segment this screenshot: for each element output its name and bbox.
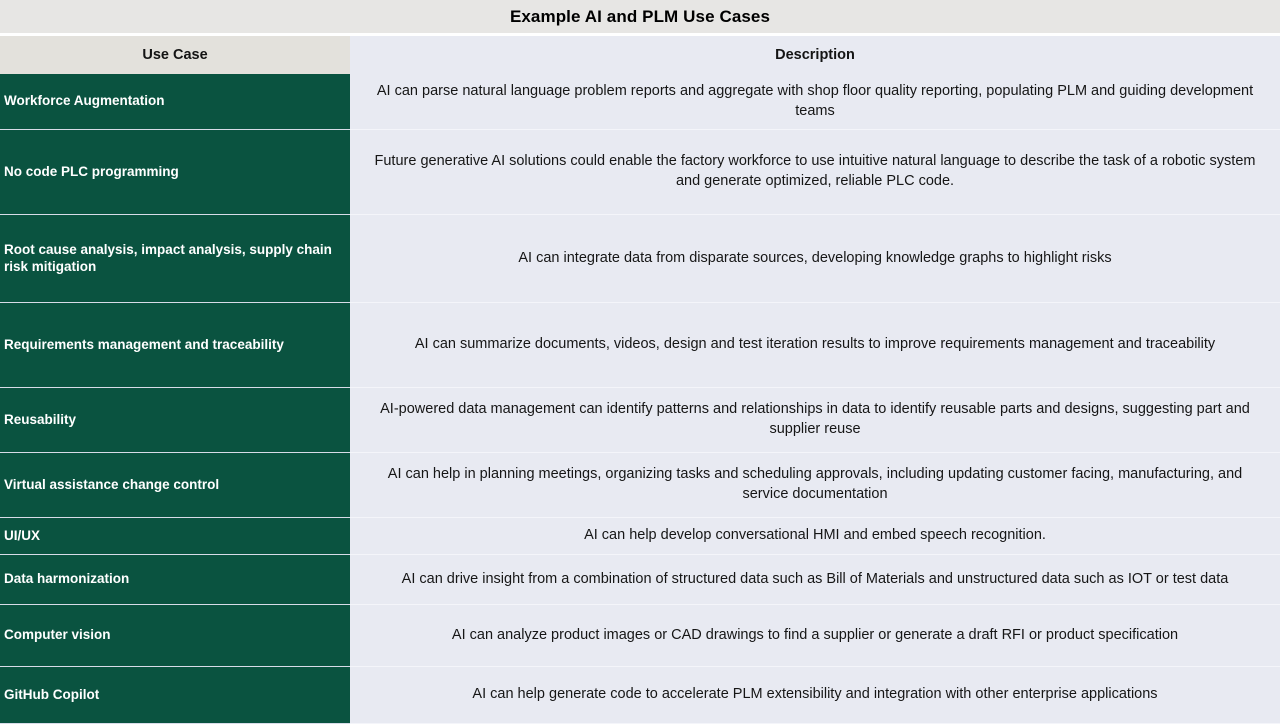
table-row: Workforce Augmentation AI can parse natu…	[0, 74, 1280, 130]
use-case-label: Virtual assistance change control	[4, 476, 220, 492]
description-text: AI can help generate code to accelerate …	[472, 686, 1158, 703]
description-cell: AI can integrate data from disparate sou…	[350, 215, 1280, 303]
table-row: Data harmonization AI can drive insight …	[0, 555, 1280, 605]
use-case-label: Requirements management and traceability	[4, 336, 284, 352]
slide-title-bar: Example AI and PLM Use Cases	[0, 0, 1280, 36]
table-row: GitHub Copilot AI can help generate code…	[0, 667, 1280, 724]
table-header-row: Use Case Description	[0, 36, 1280, 74]
use-case-label: Workforce Augmentation	[4, 93, 165, 109]
use-case-label: UI/UX	[4, 527, 41, 543]
column-header-description-label: Description	[775, 47, 855, 63]
use-case-cell: Data harmonization	[0, 555, 350, 605]
description-cell: AI can analyze product images or CAD dra…	[350, 605, 1280, 667]
use-case-cell: Requirements management and traceability	[0, 303, 350, 388]
use-case-cell: Root cause analysis, impact analysis, su…	[0, 215, 350, 303]
description-cell: AI can help in planning meetings, organi…	[350, 453, 1280, 518]
use-case-cell: UI/UX	[0, 518, 350, 555]
table-row: Computer vision AI can analyze product i…	[0, 605, 1280, 667]
description-cell: AI can help develop conversational HMI a…	[350, 518, 1280, 555]
description-text: AI can integrate data from disparate sou…	[518, 249, 1112, 266]
use-case-label: Computer vision	[4, 627, 111, 643]
description-text: AI can analyze product images or CAD dra…	[451, 626, 1179, 643]
description-cell: Future generative AI solutions could ena…	[350, 130, 1280, 215]
use-case-label: GitHub Copilot	[4, 686, 100, 702]
table-row: UI/UX AI can help develop conversational…	[0, 518, 1280, 555]
description-text: AI can drive insight from a combination …	[401, 570, 1229, 587]
use-case-label: No code PLC programming	[4, 163, 179, 179]
use-case-table-slide: Example AI and PLM Use Cases Use Case De…	[0, 0, 1280, 724]
use-case-label: Data harmonization	[4, 571, 130, 587]
use-case-cell: Virtual assistance change control	[0, 453, 350, 518]
description-cell: AI can drive insight from a combination …	[350, 555, 1280, 605]
table-row: Root cause analysis, impact analysis, su…	[0, 215, 1280, 303]
description-cell: AI can parse natural language problem re…	[350, 74, 1280, 130]
use-case-label: Reusability	[4, 411, 77, 427]
table-row: No code PLC programming Future generativ…	[0, 130, 1280, 215]
use-case-cell: Workforce Augmentation	[0, 74, 350, 130]
use-case-cell: Computer vision	[0, 605, 350, 667]
use-case-cell: Reusability	[0, 388, 350, 453]
table-row: Virtual assistance change control AI can…	[0, 453, 1280, 518]
use-case-cell: No code PLC programming	[0, 130, 350, 215]
use-case-label: Root cause analysis, impact analysis, su…	[4, 241, 332, 274]
page-title: Example AI and PLM Use Cases	[509, 7, 771, 26]
table-row: Requirements management and traceability…	[0, 303, 1280, 388]
table-row: Reusability AI-powered data management c…	[0, 388, 1280, 453]
column-header-description: Description	[350, 36, 1280, 74]
description-cell: AI can help generate code to accelerate …	[350, 667, 1280, 724]
column-header-use-case-label: Use Case	[142, 47, 208, 63]
description-text: AI can help in planning meetings, organi…	[387, 466, 1243, 502]
column-header-use-case: Use Case	[0, 36, 350, 74]
description-cell: AI-powered data management can identify …	[350, 388, 1280, 453]
description-text: AI can help develop conversational HMI a…	[584, 527, 1046, 544]
description-text: AI-powered data management can identify …	[380, 401, 1250, 437]
description-text: AI can parse natural language problem re…	[376, 82, 1254, 119]
description-cell: AI can summarize documents, videos, desi…	[350, 303, 1280, 388]
use-case-cell: GitHub Copilot	[0, 667, 350, 724]
description-text: AI can summarize documents, videos, desi…	[414, 336, 1216, 353]
use-case-table: Use Case Description Workforce Augmentat…	[0, 36, 1280, 724]
description-text: Future generative AI solutions could ena…	[374, 153, 1256, 189]
